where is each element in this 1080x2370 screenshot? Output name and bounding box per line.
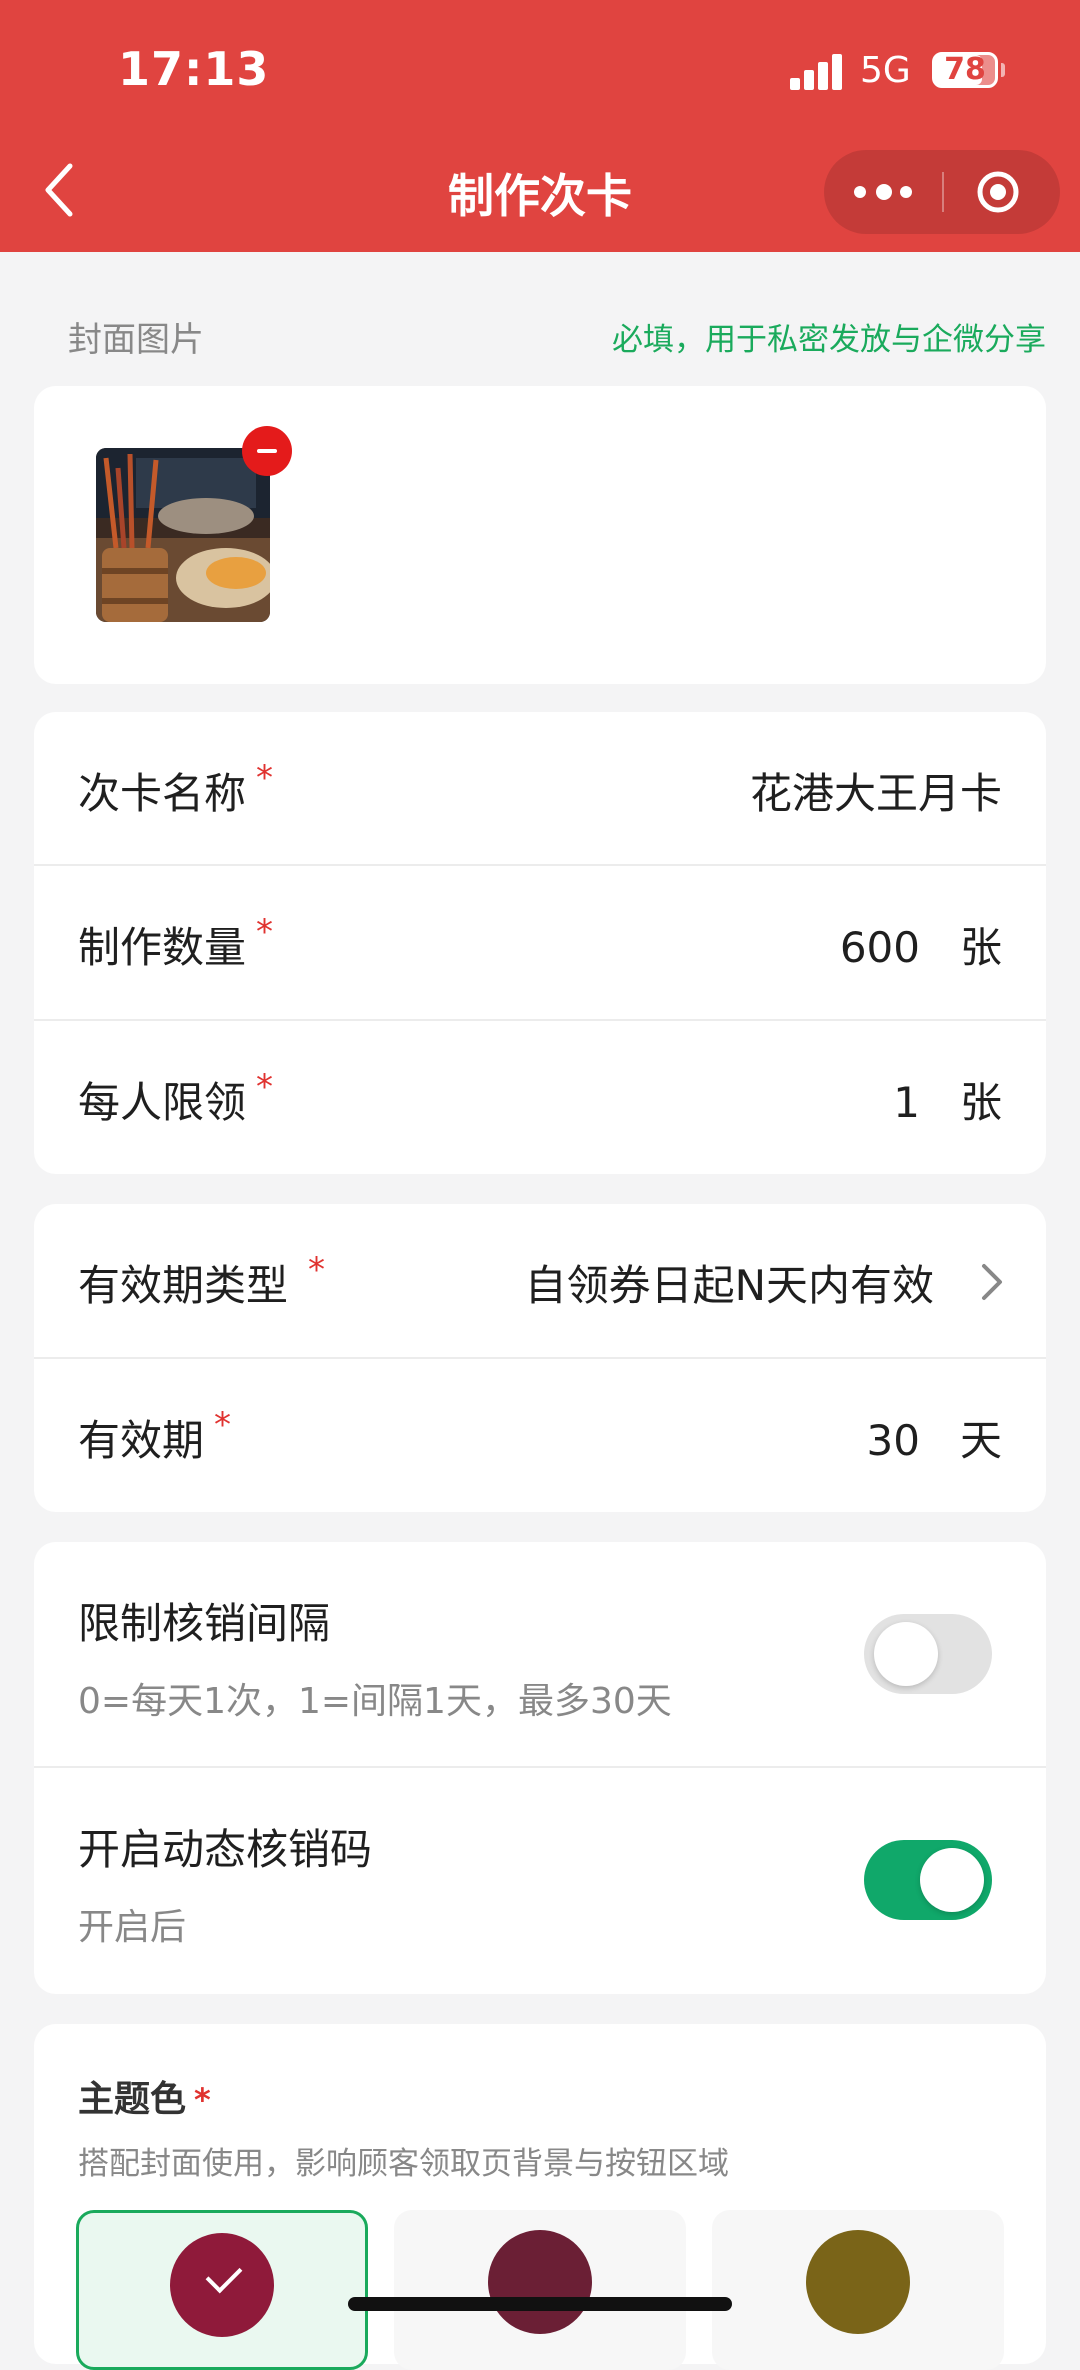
network-type: 5G <box>860 50 911 91</box>
cover-hint: 必填，用于私密发放与企微分享 <box>612 322 1046 358</box>
cover-image[interactable] <box>96 448 270 622</box>
close-target-icon[interactable] <box>976 170 1020 214</box>
signal-icon <box>790 54 844 90</box>
validity-value[interactable]: 30 <box>867 1416 920 1465</box>
limit-interval-toggle[interactable] <box>864 1614 992 1694</box>
validity-unit: 天 <box>959 1416 1002 1465</box>
chevron-right-icon[interactable] <box>978 1262 1006 1302</box>
theme-swatch-1[interactable] <box>76 2210 368 2370</box>
per-person-label: 每人限领 <box>78 1078 247 1127</box>
limit-interval-label: 限制核销间隔 <box>78 1599 331 1648</box>
color-circle <box>806 2230 910 2334</box>
quantity-value[interactable]: 600 <box>840 923 920 972</box>
miniprogram-capsule <box>824 150 1060 234</box>
theme-desc: 搭配封面使用，影响顾客领取页背景与按钮区域 <box>78 2146 729 2182</box>
validity-type-value[interactable]: 自领券日起N天内有效 <box>525 1252 934 1313</box>
battery-tip <box>1001 63 1005 77</box>
required-star: * <box>256 1067 274 1107</box>
dynamic-code-desc: 开启后 <box>78 1907 187 1948</box>
required-star: * <box>194 2081 211 2119</box>
required-star: * <box>308 1250 326 1290</box>
theme-swatch-2[interactable] <box>394 2210 686 2370</box>
per-person-row[interactable]: 每人限领 * 1张 <box>34 1021 1046 1175</box>
validity-row[interactable]: 有效期 * 30 天 <box>34 1359 1046 1513</box>
theme-color-card: 主题色 * 搭配封面使用，影响顾客领取页背景与按钮区域 <box>34 2024 1046 2370</box>
home-indicator <box>348 2297 732 2311</box>
quantity-unit: 张 <box>959 923 1002 972</box>
redeem-settings-card: 限制核销间隔 0=每天1次，1=间隔1天，最多30天 开启动态核销码 开启后 <box>34 1542 1046 1994</box>
limit-interval-desc: 0=每天1次，1=间隔1天，最多30天 <box>78 1681 672 1722</box>
dynamic-code-row: 开启动态核销码 开启后 <box>34 1768 1046 1994</box>
validity-label: 有效期 <box>78 1416 205 1465</box>
basic-info-card: 次卡名称 * 花港大王月卡 制作数量 * 600 张 每人限领 * 1张 <box>34 712 1046 1174</box>
name-row[interactable]: 次卡名称 * 花港大王月卡 <box>34 712 1046 866</box>
validity-card: 有效期类型 * 自领券日起N天内有效 有效期 * 30 天 <box>34 1204 1046 1512</box>
validity-type-label: 有效期类型 <box>78 1261 289 1310</box>
required-star: * <box>256 758 274 798</box>
dynamic-code-label: 开启动态核销码 <box>78 1825 373 1874</box>
required-star: * <box>214 1405 232 1445</box>
cover-label: 封面图片 <box>68 320 204 360</box>
battery-level: 78 <box>944 52 986 87</box>
name-value[interactable]: 花港大王月卡 <box>750 760 1002 821</box>
per-person-value[interactable]: 1 <box>893 1078 920 1127</box>
dynamic-code-toggle[interactable] <box>864 1840 992 1920</box>
battery-icon: 78 <box>932 52 998 88</box>
validity-type-row[interactable]: 有效期类型 * 自领券日起N天内有效 <box>34 1204 1046 1358</box>
cover-card <box>34 386 1046 684</box>
header-bar: 17:13 5G 78 制作次卡 <box>0 0 1080 252</box>
limit-interval-row: 限制核销间隔 0=每天1次，1=间隔1天，最多30天 <box>34 1542 1046 1766</box>
required-star: * <box>256 912 274 952</box>
quantity-row[interactable]: 制作数量 * 600 张 <box>34 866 1046 1020</box>
name-label: 次卡名称 <box>78 769 247 818</box>
color-circle <box>488 2230 592 2334</box>
per-person-unit: 张 <box>959 1078 1002 1127</box>
status-time: 17:13 <box>118 42 270 96</box>
theme-title: 主题色 <box>78 2079 187 2120</box>
more-icon[interactable] <box>854 170 914 214</box>
theme-swatch-3[interactable] <box>712 2210 1004 2370</box>
remove-image-button[interactable] <box>242 426 292 476</box>
quantity-label: 制作数量 <box>78 923 247 972</box>
